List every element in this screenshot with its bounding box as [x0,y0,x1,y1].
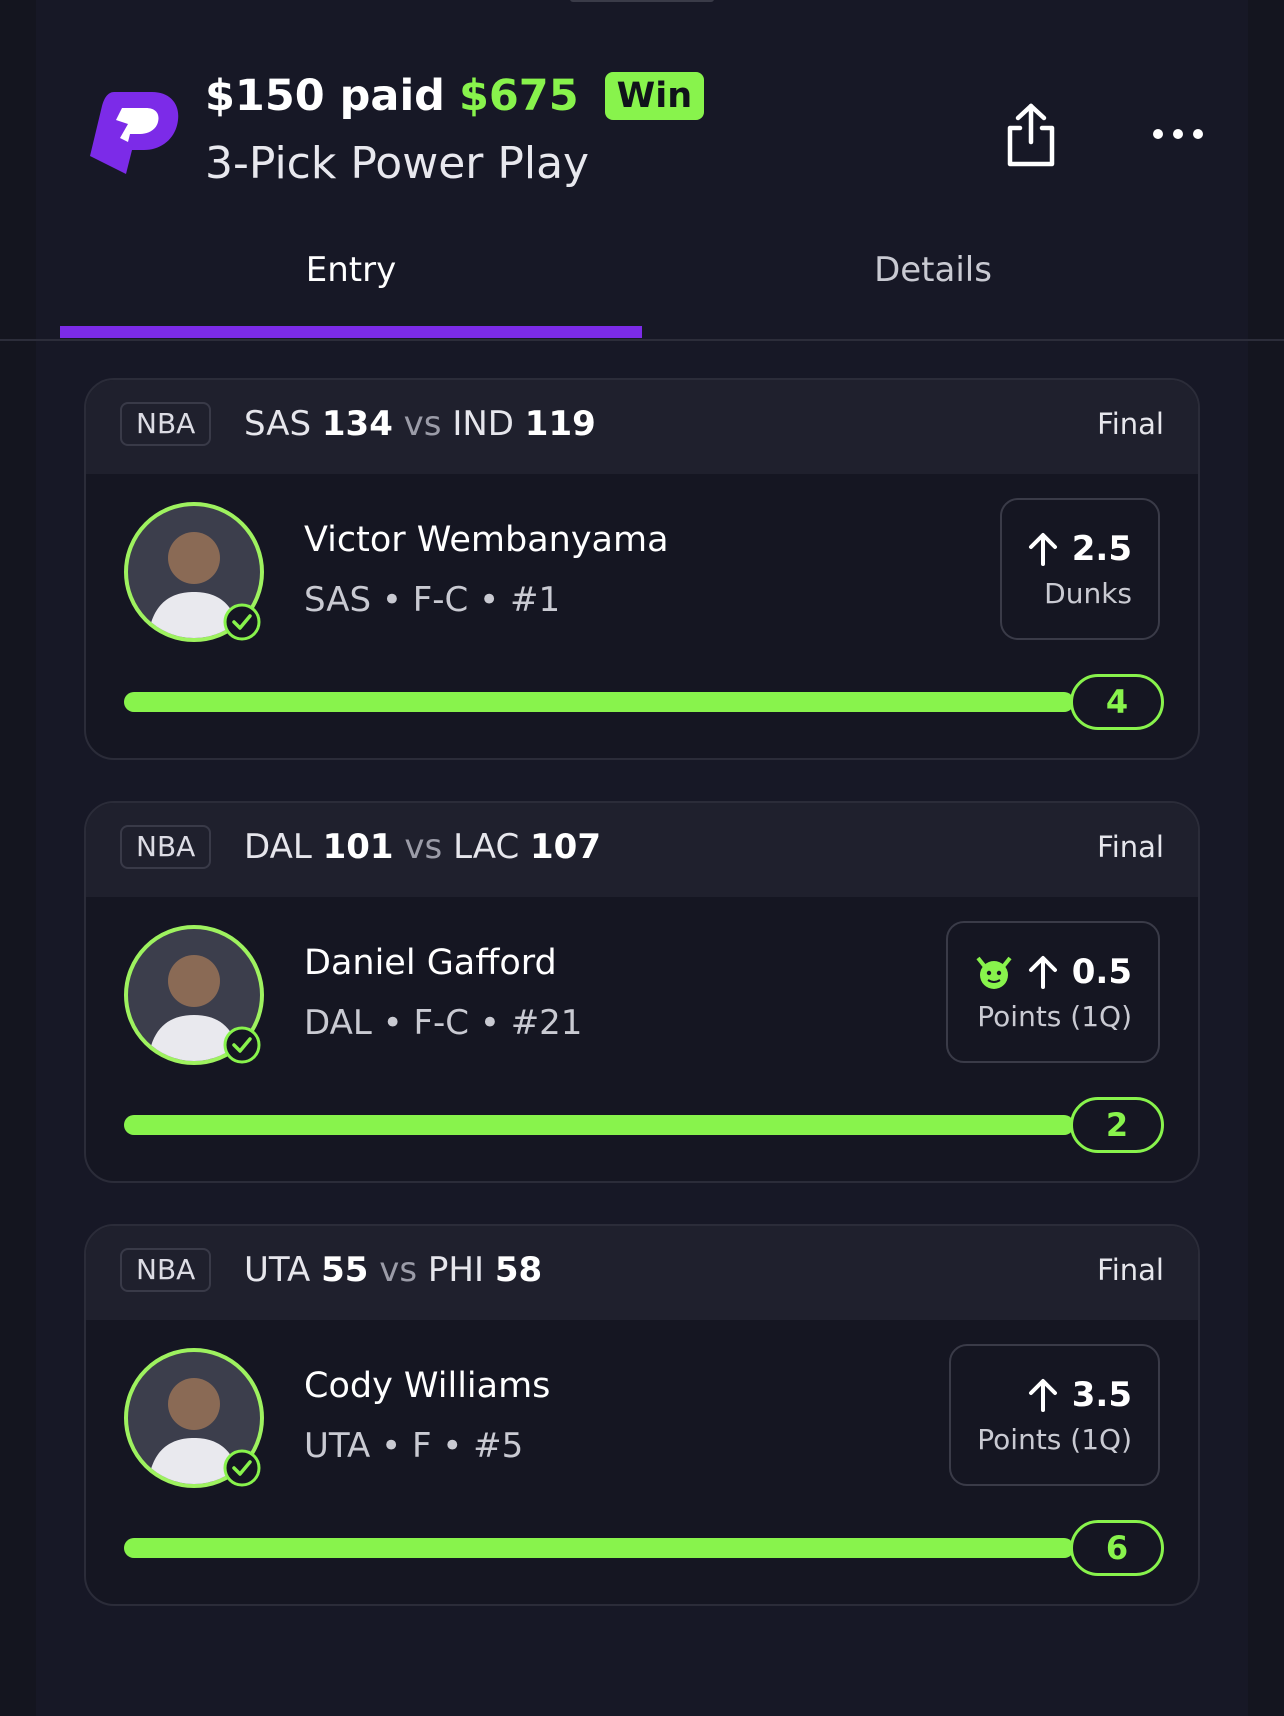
team-2-score: 58 [494,1250,543,1290]
line-value: 0.5 [1071,951,1132,992]
line-value: 3.5 [1071,1374,1132,1415]
pick-card[interactable]: NBA SAS 134 vs IND 119 Final Victor Wemb… [84,378,1200,760]
more-options-icon[interactable] [1150,122,1206,146]
team-2: IND [452,404,514,444]
team-1: SAS [244,404,312,444]
team-2: PHI [427,1250,484,1290]
progress-fill [124,692,1074,712]
player-name: Cody Williams [304,1366,551,1406]
sheet-grabber[interactable] [570,0,714,2]
tab-entry[interactable]: Entry [60,250,642,290]
projection-box: 2.5 Dunks [999,498,1160,640]
league-badge: NBA [120,402,212,446]
progress-track [124,1115,1074,1135]
game-status: Final [1097,830,1164,864]
tab-divider [0,339,1284,341]
team-1-score: 101 [322,827,394,867]
check-icon [223,1026,261,1064]
active-tab-indicator [60,326,642,338]
player-name: Daniel Gafford [304,943,557,983]
entry-summary: $150 paid $675 Win [205,66,705,126]
team-1: UTA [244,1250,311,1290]
game-header: NBA DAL 101 vs LAC 107 Final [86,803,1198,897]
actual-result: 6 [1070,1520,1164,1576]
projection-box: 0.5 Points (1Q) [945,921,1160,1063]
arrow-up-icon [1028,1378,1057,1412]
progress-fill [124,1115,1074,1135]
progress-track [124,1538,1074,1558]
game-header: NBA UTA 55 vs PHI 58 Final [86,1226,1198,1320]
stat-type: Dunks [1044,576,1132,610]
player-meta: UTA • F • #5 [304,1426,524,1466]
team-2-score: 119 [524,404,596,444]
arrow-up-icon [1028,532,1057,566]
result-badge: Win [604,72,705,120]
demon-icon [976,956,1012,989]
team-1-score: 55 [321,1250,369,1290]
team-1-score: 134 [321,404,393,444]
matchup: SAS 134 vs IND 119 [244,402,596,446]
payout-amount: $675 [458,71,579,121]
player-name: Victor Wembanyama [304,520,669,560]
league-badge: NBA [120,825,212,869]
actual-result: 4 [1070,674,1164,730]
stat-type: Points (1Q) [977,999,1132,1033]
game-status: Final [1097,407,1164,441]
league-badge: NBA [120,1248,212,1292]
game-status: Final [1097,1253,1164,1287]
game-header: NBA SAS 134 vs IND 119 Final [86,380,1198,474]
vs-label: vs [403,404,442,444]
tab-details[interactable]: Details [642,250,1224,290]
entry-type: 3-Pick Power Play [205,138,590,189]
paid-amount: $150 paid [205,71,445,121]
pick-card[interactable]: NBA UTA 55 vs PHI 58 Final Cody Williams… [84,1224,1200,1606]
team-2-score: 107 [530,827,601,867]
progress-fill [124,1538,1074,1558]
team-2: LAC [453,827,520,867]
progress-track [124,692,1074,712]
actual-result: 2 [1070,1097,1164,1153]
player-meta: DAL • F-C • #21 [304,1003,583,1043]
check-icon [223,603,261,641]
arrow-up-icon [1028,955,1057,989]
matchup: DAL 101 vs LAC 107 [244,825,601,869]
check-icon [223,1449,261,1487]
line-value: 2.5 [1071,528,1132,569]
vs-label: vs [379,1250,418,1290]
stat-type: Points (1Q) [977,1422,1132,1456]
pick-card[interactable]: NBA DAL 101 vs LAC 107 Final Daniel Gaff… [84,801,1200,1183]
share-icon[interactable] [1002,102,1060,168]
prizepicks-logo-icon [90,92,179,174]
player-meta: SAS • F-C • #1 [304,580,561,620]
projection-box: 3.5 Points (1Q) [949,1344,1160,1486]
matchup: UTA 55 vs PHI 58 [244,1248,542,1292]
vs-label: vs [404,827,443,867]
team-1: DAL [244,827,312,867]
